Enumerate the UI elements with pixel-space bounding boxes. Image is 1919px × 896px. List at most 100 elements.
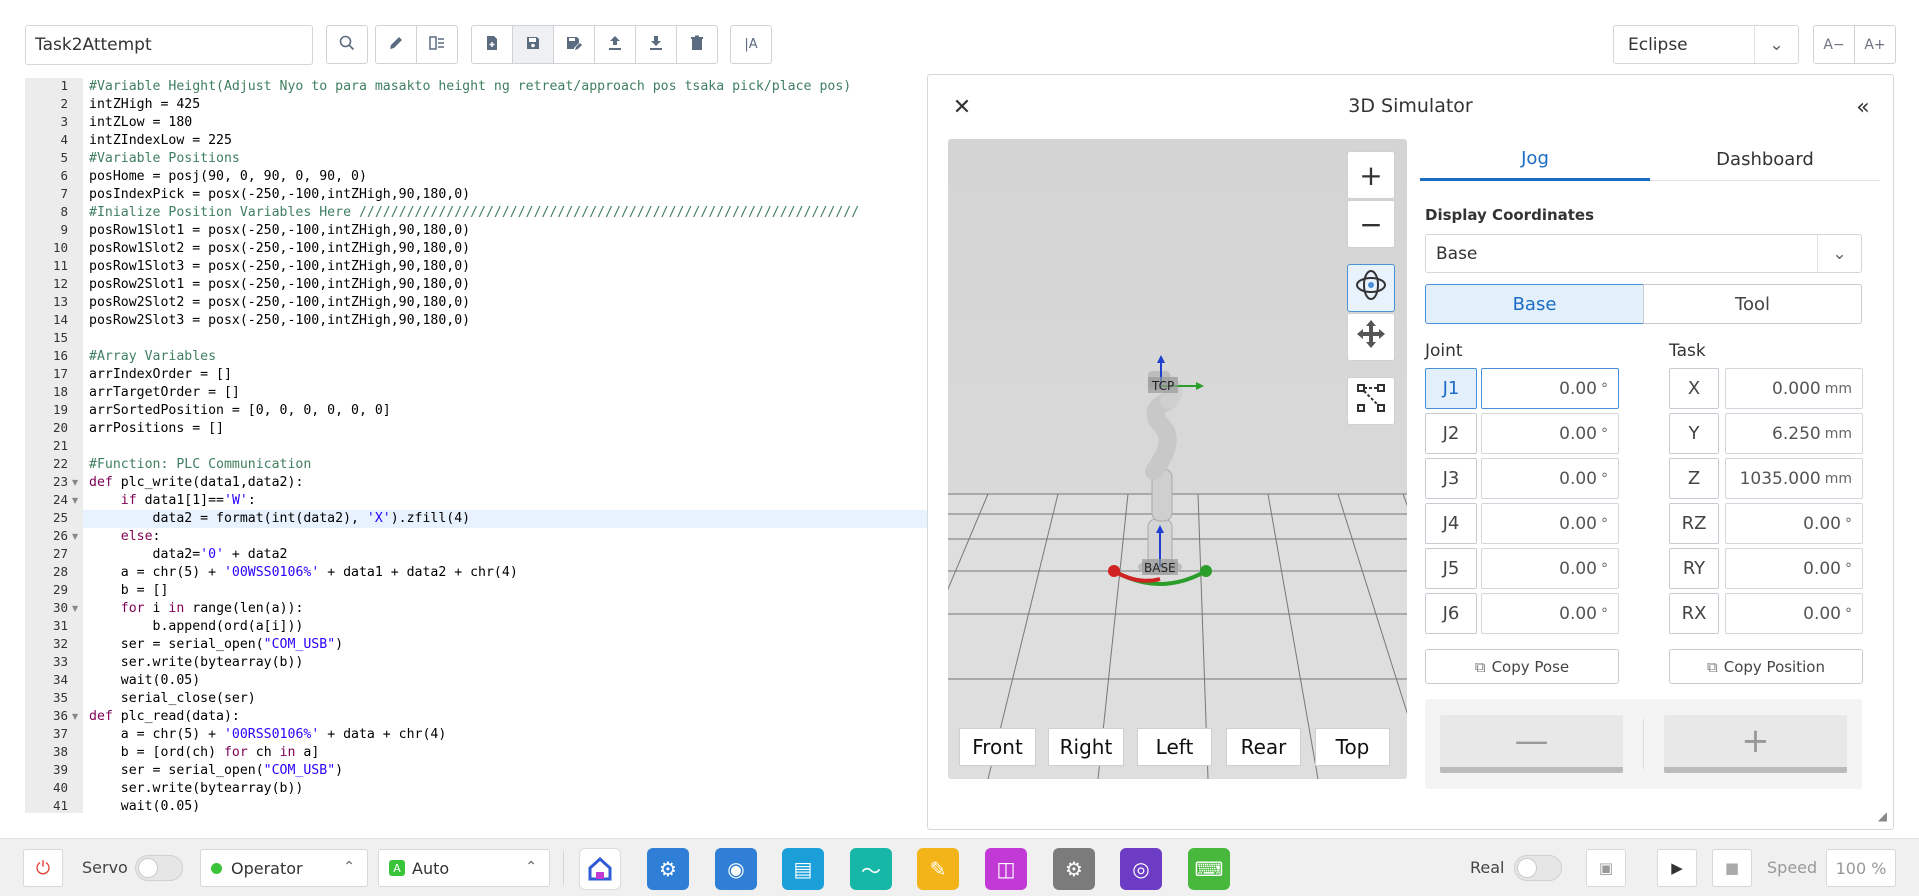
code-line[interactable]: #Inialize Position Variables Here //////… (83, 204, 927, 222)
joint-j1-button[interactable]: J1 (1425, 368, 1477, 409)
code-line[interactable]: if data1[1]=='W': (83, 492, 927, 510)
joint-j1-value[interactable]: 0.00 ° (1481, 368, 1619, 409)
code-line[interactable]: intZIndexLow = 225 (83, 132, 927, 150)
code-line[interactable]: def plc_read(data): (83, 708, 927, 726)
collapse-button[interactable]: « (1849, 93, 1877, 121)
task-rx-value[interactable]: 0.00 ° (1725, 593, 1863, 634)
code-line[interactable]: posHome = posj(90, 0, 90, 0, 90, 0) (83, 168, 927, 186)
code-line[interactable] (83, 438, 927, 456)
joint-j3-button[interactable]: J3 (1425, 458, 1477, 499)
code-line[interactable]: #Function: PLC Communication (83, 456, 927, 474)
save-as-button[interactable] (553, 25, 595, 64)
code-line[interactable]: #Variable Positions (83, 150, 927, 168)
joint-j5-button[interactable]: J5 (1425, 548, 1477, 589)
upload-button[interactable] (594, 25, 636, 64)
real-toggle[interactable] (1514, 855, 1562, 881)
task-y-value[interactable]: 6.250 mm (1725, 413, 1863, 454)
task-ry-button[interactable]: RY (1669, 548, 1719, 589)
jog-minus-button[interactable]: — (1440, 715, 1623, 773)
task-rz-value[interactable]: 0.00 ° (1725, 503, 1863, 544)
fold-arrow-icon[interactable]: ▼ (72, 708, 78, 726)
message-app-icon[interactable]: ✎ (917, 848, 959, 890)
fit-view-button[interactable] (1347, 377, 1395, 425)
code-line[interactable]: posRow1Slot1 = posx(-250,-100,intZHigh,9… (83, 222, 927, 240)
code-line[interactable]: #Array Variables (83, 348, 927, 366)
store-app-icon[interactable]: ◫ (985, 848, 1027, 890)
target-app-icon[interactable]: ◎ (1120, 848, 1162, 890)
fold-arrow-icon[interactable]: ▼ (72, 474, 78, 492)
code-line[interactable]: arrSortedPosition = [0, 0, 0, 0, 0, 0] (83, 402, 927, 420)
frame-tool-button[interactable]: Tool (1643, 284, 1862, 324)
file-name-input[interactable] (25, 25, 313, 65)
code-line[interactable]: posRow1Slot3 = posx(-250,-100,intZHigh,9… (83, 258, 927, 276)
code-line[interactable]: b = [ord(ch) for ch in a] (83, 744, 927, 762)
home-app-icon[interactable] (579, 848, 621, 890)
joint-j6-value[interactable]: 0.00 ° (1481, 593, 1619, 634)
code-line[interactable]: else: (83, 528, 927, 546)
code-line[interactable]: ser.write(bytearray(b)) (83, 780, 927, 798)
joint-j2-value[interactable]: 0.00 ° (1481, 413, 1619, 454)
code-line[interactable]: posRow1Slot2 = posx(-250,-100,intZHigh,9… (83, 240, 927, 258)
code-line[interactable]: ser = serial_open("COM_USB") (83, 762, 927, 780)
code-line[interactable]: arrTargetOrder = [] (83, 384, 927, 402)
fold-arrow-icon[interactable]: ▼ (72, 528, 78, 546)
text-format-button[interactable]: |A (730, 25, 772, 64)
servo-toggle[interactable] (135, 855, 183, 881)
display-coordinates-select[interactable]: Base ⌄ (1425, 234, 1862, 273)
code-line[interactable]: b.append(ord(a[i])) (83, 618, 927, 636)
search-button[interactable] (326, 25, 368, 64)
code-line[interactable]: for i in range(len(a)): (83, 600, 927, 618)
3d-view-button[interactable]: ▣ (1586, 849, 1626, 887)
task-z-value[interactable]: 1035.000 mm (1725, 458, 1863, 499)
task-x-button[interactable]: X (1669, 368, 1719, 409)
download-button[interactable] (635, 25, 677, 64)
power-button[interactable]: ⏻ (23, 849, 63, 887)
operator-mode-select[interactable]: Operator ⌃ (200, 849, 368, 887)
code-line[interactable]: arrPositions = [] (83, 420, 927, 438)
joint-j5-value[interactable]: 0.00 ° (1481, 548, 1619, 589)
view-right-button[interactable]: Right (1048, 728, 1124, 766)
joint-j4-button[interactable]: J4 (1425, 503, 1477, 544)
copy-position-button[interactable]: ⧉ Copy Position (1669, 649, 1863, 684)
new-file-button[interactable] (471, 25, 513, 64)
code-line[interactable]: posRow2Slot1 = posx(-250,-100,intZHigh,9… (83, 276, 927, 294)
code-line[interactable]: a = chr(5) + '00WSS0106%' + data1 + data… (83, 564, 927, 582)
code-line[interactable]: #Variable Height(Adjust Nyo to para masa… (83, 78, 927, 96)
jog-plus-button[interactable]: + (1664, 715, 1847, 773)
settings-app-icon[interactable]: ⚙ (1053, 848, 1095, 890)
code-content[interactable]: #Variable Height(Adjust Nyo to para masa… (83, 78, 927, 813)
task-z-button[interactable]: Z (1669, 458, 1719, 499)
view-front-button[interactable]: Front (959, 728, 1036, 766)
task-x-value[interactable]: 0.000 mm (1725, 368, 1863, 409)
code-line[interactable]: wait(0.05) (83, 798, 927, 813)
resize-handle-icon[interactable]: ◢ (1878, 809, 1887, 823)
edit-button[interactable] (375, 25, 417, 64)
code-line[interactable]: arrIndexOrder = [] (83, 366, 927, 384)
delete-button[interactable] (676, 25, 718, 64)
copy-pose-button[interactable]: ⧉ Copy Pose (1425, 649, 1619, 684)
joint-j4-value[interactable]: 0.00 ° (1481, 503, 1619, 544)
play-button[interactable]: ▶ (1657, 849, 1697, 887)
code-editor[interactable]: 1 2 3 4 5 6 7 8 9 10 11 12 13 14 15 16 17 18 19 20 21 22 23 ▼ 24… (25, 78, 927, 813)
zoom-out-button[interactable]: − (1347, 200, 1395, 248)
code-line[interactable]: ser = serial_open("COM_USB") (83, 636, 927, 654)
code-line[interactable]: posRow2Slot2 = posx(-250,-100,intZHigh,9… (83, 294, 927, 312)
wireless-app-icon[interactable]: ◉ (715, 848, 757, 890)
view-left-button[interactable]: Left (1137, 728, 1212, 766)
code-line[interactable]: def plc_write(data1,data2): (83, 474, 927, 492)
task-ry-value[interactable]: 0.00 ° (1725, 548, 1863, 589)
pan-view-button[interactable] (1347, 313, 1395, 361)
task-rx-button[interactable]: RX (1669, 593, 1719, 634)
3d-viewport[interactable]: TCP BASE + − Front Right Left Rear Top (948, 139, 1407, 779)
code-line[interactable]: b = [] (83, 582, 927, 600)
task-rz-button[interactable]: RZ (1669, 503, 1719, 544)
robot-app-icon[interactable]: ⚙ (647, 848, 689, 890)
fold-arrow-icon[interactable]: ▼ (72, 600, 78, 618)
code-app-icon[interactable]: ⌨ (1188, 848, 1230, 890)
speed-value[interactable]: 100 % (1826, 849, 1896, 887)
code-line[interactable]: data2 = format(int(data2), 'X').zfill(4) (83, 510, 927, 528)
view-rear-button[interactable]: Rear (1226, 728, 1301, 766)
code-line[interactable]: wait(0.05) (83, 672, 927, 690)
task-y-button[interactable]: Y (1669, 413, 1719, 454)
tab-jog[interactable]: Jog (1420, 139, 1650, 181)
